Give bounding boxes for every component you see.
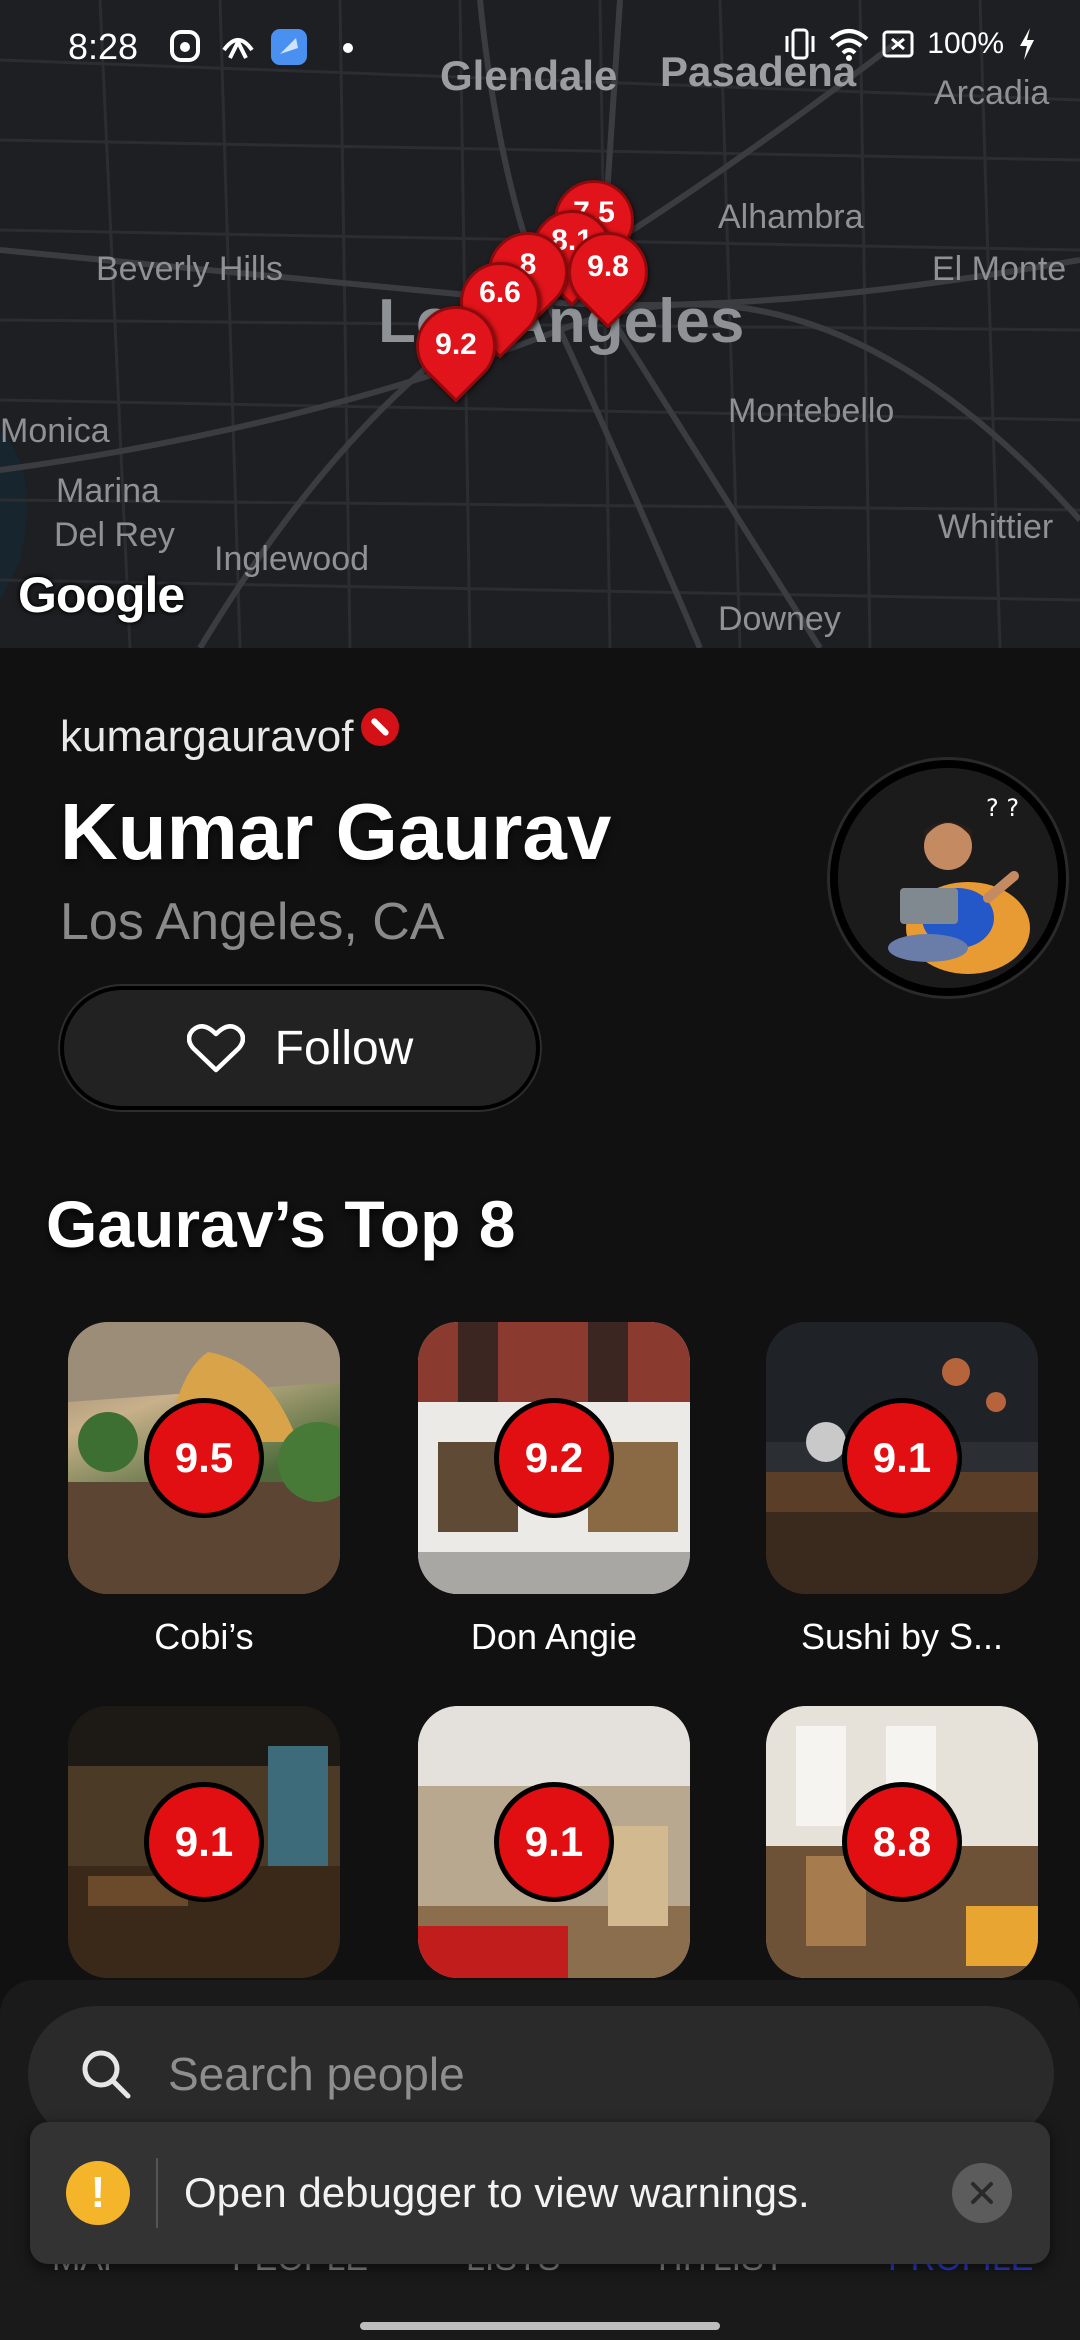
debugger-toast[interactable]: ! Open debugger to view warnings. <box>30 2122 1050 2264</box>
charging-icon <box>1020 28 1034 60</box>
svg-text:? ?: ? ? <box>986 794 1019 822</box>
restaurant-tile[interactable]: 9.5 <box>68 1322 340 1594</box>
map-view[interactable]: Glendale Pasadena Arcadia Alhambra Bever… <box>0 0 1080 648</box>
username: kumargauravof <box>60 712 354 761</box>
score-badge: 9.2 <box>494 1398 614 1518</box>
close-icon[interactable] <box>952 2163 1012 2223</box>
restaurant-name[interactable]: Don Angie <box>394 1616 714 1658</box>
map-label-del-rey: Del Rey <box>54 516 175 554</box>
wifi-icon <box>829 29 869 61</box>
map-label-beverly-hills: Beverly Hills <box>96 250 284 288</box>
restaurant-name[interactable]: Cobi’s <box>44 1616 364 1658</box>
map-pin-score: 6.6 <box>479 276 521 309</box>
restaurant-tile[interactable]: 9.1 <box>766 1322 1038 1594</box>
close-x-icon <box>971 2182 993 2204</box>
score-badge: 9.1 <box>842 1398 962 1518</box>
score-badge: 9.5 <box>144 1398 264 1518</box>
airdrop-icon <box>222 37 254 59</box>
battery-saver-icon <box>882 30 914 58</box>
map-pin-score: 9.2 <box>435 328 477 361</box>
avatar[interactable]: ? ? <box>830 760 1066 996</box>
profile-location: Los Angeles, CA <box>60 893 445 951</box>
status-bar: 8:28 100% <box>0 0 1080 96</box>
search-input[interactable]: Search people <box>168 2047 465 2101</box>
follow-button[interactable]: Follow <box>60 986 540 1110</box>
map-label-downey: Downey <box>718 600 841 638</box>
toast-message: Open debugger to view warnings. <box>184 2169 810 2216</box>
threads-icon <box>170 30 200 62</box>
warning-icon: ! <box>66 2161 130 2225</box>
search-icon <box>82 2050 131 2099</box>
status-time: 8:28 <box>68 26 139 67</box>
dot-icon <box>343 43 353 53</box>
map-label-alhambra: Alhambra <box>718 198 864 236</box>
restaurant-tile[interactable]: 9.1 <box>68 1706 340 1978</box>
score-badge: 8.8 <box>842 1782 962 1902</box>
map-label-montebello: Montebello <box>728 392 895 430</box>
heart-icon <box>186 1024 245 1073</box>
avatar-illustration: ? ? <box>838 768 1058 988</box>
toast-divider <box>156 2158 158 2228</box>
google-logo: Google <box>18 567 185 623</box>
restaurant-tile[interactable]: 9.1 <box>418 1706 690 1978</box>
restaurant-tile[interactable]: 9.2 <box>418 1322 690 1594</box>
restaurant-name[interactable]: Sushi by S... <box>742 1616 1062 1658</box>
battery-percent: 100% <box>927 27 1004 60</box>
map-label-monica: Monica <box>0 412 110 450</box>
username-row: kumargauravof <box>60 708 400 762</box>
score-badge: 9.1 <box>144 1782 264 1902</box>
section-title-top8: Gaurav’s Top 8 <box>46 1187 516 1261</box>
score-badge: 9.1 <box>494 1782 614 1902</box>
map-pin-score: 9.8 <box>587 250 629 283</box>
map-label-marina: Marina <box>56 472 160 510</box>
follow-label: Follow <box>274 1021 414 1075</box>
map-label-el-monte: El Monte <box>932 250 1067 288</box>
restaurant-tile[interactable]: 8.8 <box>766 1706 1038 1978</box>
app-icon <box>271 29 307 65</box>
verified-badge-icon <box>361 708 400 746</box>
home-indicator[interactable] <box>360 2322 720 2330</box>
profile-name: Kumar Gaurav <box>60 787 612 876</box>
map-label-whittier: Whittier <box>938 508 1054 546</box>
map-label-inglewood: Inglewood <box>214 540 370 578</box>
vibrate-icon <box>785 28 815 60</box>
